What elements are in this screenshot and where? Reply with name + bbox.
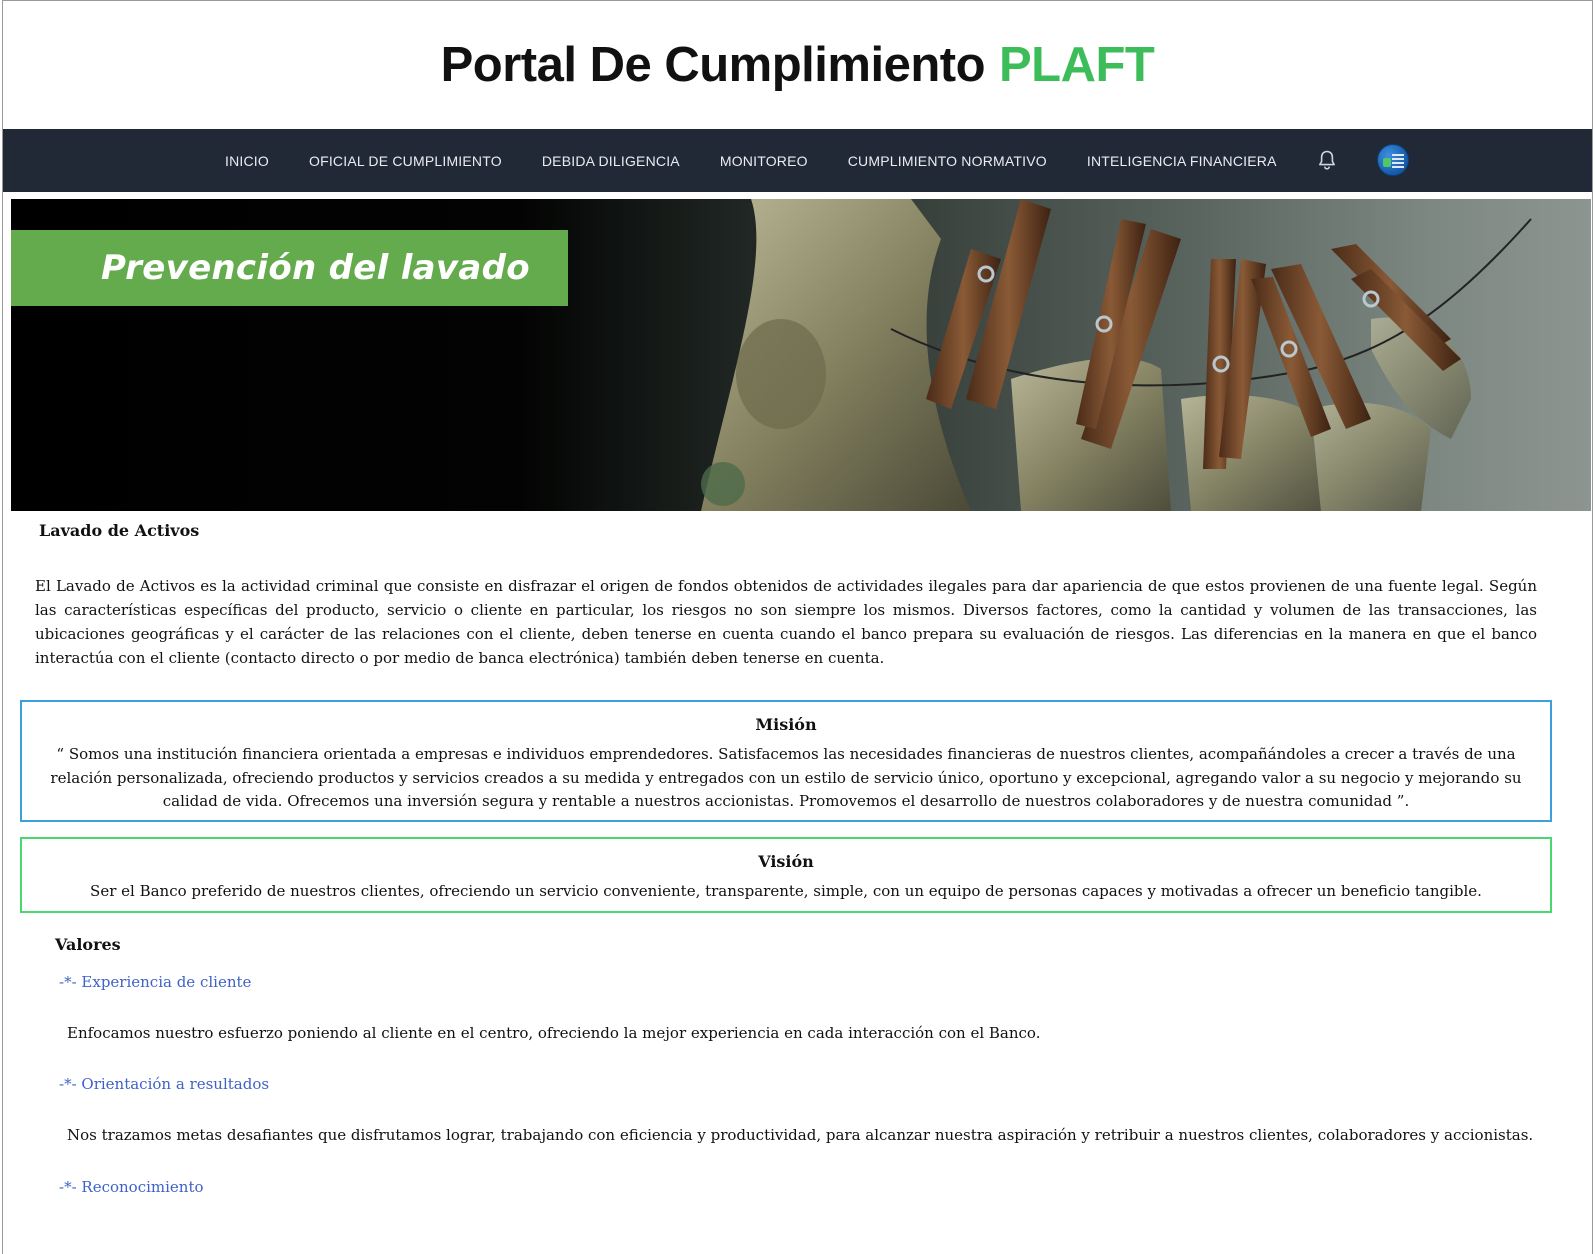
- vision-box: Visión Ser el Banco preferido de nuestro…: [20, 837, 1552, 913]
- vision-text: Ser el Banco preferido de nuestros clien…: [90, 882, 1482, 900]
- valores-heading: Valores: [55, 935, 121, 954]
- main-navbar: INICIO OFICIAL DE CUMPLIMIENTO DEBIDA DI…: [3, 129, 1592, 192]
- avatar-logo-text: [1392, 154, 1404, 156]
- banner-label: Prevención del lavado: [11, 230, 568, 306]
- lavado-description: El Lavado de Activos es la actividad cri…: [35, 577, 1537, 667]
- user-avatar[interactable]: [1377, 144, 1409, 176]
- page-frame: Portal De Cumplimiento PLAFT INICIO OFIC…: [2, 0, 1593, 1254]
- valor-experiencia-text: Enfocamos nuestro esfuerzo poniendo al c…: [67, 1024, 1041, 1042]
- valor-experiencia-title[interactable]: -*- Experiencia de cliente: [59, 973, 251, 991]
- nav-item-debida-diligencia[interactable]: DEBIDA DILIGENCIA: [542, 153, 680, 169]
- banner-label-text: Prevención del lavado: [101, 248, 530, 288]
- valor-reconocimiento-title[interactable]: -*- Reconocimiento: [59, 1178, 204, 1196]
- bell-icon[interactable]: [1315, 148, 1339, 172]
- hero-banner: Prevención del lavado: [11, 199, 1591, 511]
- mision-heading: Misión: [755, 715, 817, 734]
- mision-box: Misión “ Somos una institución financier…: [20, 700, 1552, 822]
- nav-item-oficial-de-cumplimiento[interactable]: OFICIAL DE CUMPLIMIENTO: [309, 153, 502, 169]
- avatar-logo-leaf: [1383, 158, 1391, 167]
- nav-item-inicio[interactable]: INICIO: [225, 153, 269, 169]
- page-title: Portal De Cumplimiento: [440, 38, 986, 92]
- nav-item-cumplimiento-normativo[interactable]: CUMPLIMIENTO NORMATIVO: [848, 153, 1047, 169]
- mision-text: “ Somos una institución financiera orien…: [50, 745, 1522, 810]
- page-header: Portal De Cumplimiento PLAFT: [3, 1, 1592, 129]
- nav-item-inteligencia-financiera[interactable]: INTELIGENCIA FINANCIERA: [1087, 153, 1277, 169]
- nav-menu: INICIO OFICIAL DE CUMPLIMIENTO DEBIDA DI…: [225, 129, 1317, 192]
- vision-heading: Visión: [758, 852, 814, 871]
- page-title-accent: PLAFT: [999, 38, 1155, 92]
- valor-orientacion-title[interactable]: -*- Orientación a resultados: [59, 1075, 269, 1093]
- valor-orientacion-text: Nos trazamos metas desafiantes que disfr…: [67, 1126, 1534, 1144]
- lavado-heading: Lavado de Activos: [39, 521, 200, 540]
- nav-item-monitoreo[interactable]: MONITOREO: [720, 153, 808, 169]
